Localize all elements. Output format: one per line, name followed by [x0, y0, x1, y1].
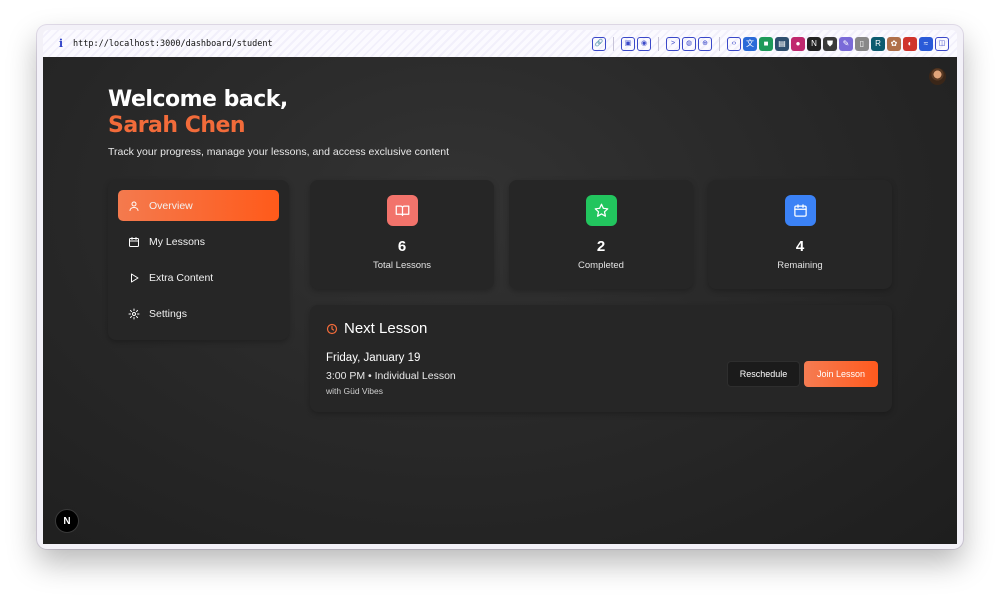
clock-icon	[326, 323, 338, 334]
nextjs-dev-badge[interactable]: N	[55, 509, 79, 533]
join-lesson-button[interactable]: Join Lesson	[804, 361, 878, 387]
globe-icon[interactable]: ◍	[682, 36, 696, 51]
user-icon	[129, 201, 139, 211]
camera-icon[interactable]: ◉	[637, 36, 651, 51]
lesson-instructor: with Güd Vibes	[326, 386, 384, 396]
reschedule-button[interactable]: Reschedule	[727, 361, 800, 387]
sidebar-item-settings[interactable]: Settings	[118, 298, 279, 329]
next-lesson-heading: Next Lesson	[326, 320, 427, 337]
sidebar-toggle-icon[interactable]: ◫	[935, 36, 949, 51]
avatar[interactable]	[929, 68, 946, 85]
cookie-icon[interactable]: ✿	[887, 36, 901, 51]
stat-value: 4	[795, 238, 805, 255]
next-lesson-card: Next Lesson Friday, January 19 3:00 PM •…	[310, 305, 892, 412]
stat-card-total-lessons: 6 Total Lessons	[310, 180, 494, 289]
info-icon[interactable]: i	[52, 37, 70, 50]
star-icon	[585, 195, 617, 226]
stat-label: Total Lessons	[372, 260, 432, 271]
color-extension-icon[interactable]: ◐	[903, 36, 917, 51]
stat-card-remaining: 4 Remaining	[708, 180, 892, 289]
welcome-heading: Welcome back,	[108, 87, 288, 112]
pink-extension-icon[interactable]: ●	[791, 36, 805, 51]
stat-label: Remaining	[777, 260, 823, 271]
screen-icon[interactable]: ▣	[621, 36, 635, 51]
lesson-time: 3:00 PM • Individual Lesson	[326, 370, 456, 382]
address-bar: i http://localhost:3000/dashboard/studen…	[43, 30, 957, 57]
translate-icon[interactable]: 文	[743, 36, 757, 51]
doc-icon[interactable]: ▯	[855, 36, 869, 51]
stat-value: 2	[596, 238, 606, 255]
page-subtitle: Track your progress, manage your lessons…	[108, 146, 450, 158]
extension-toolbar: 🔗 ▣ ◉ > ◍ ⊕ ‹› 文 ■ ▤ ● N ⛊ ✎ ▯ R ✿ ◐ ≈ ◫	[592, 36, 949, 51]
sidebar-item-label: Overview	[149, 199, 193, 212]
sidebar-item-extra-content[interactable]: Extra Content	[118, 262, 279, 293]
sidebar-item-label: My Lessons	[149, 235, 206, 248]
r-extension-icon[interactable]: R	[871, 36, 885, 51]
terminal-icon[interactable]: >	[666, 36, 680, 51]
sidebar-nav: Overview My Lessons Extra Content Settin…	[108, 180, 289, 340]
play-icon	[131, 273, 139, 282]
sidebar-item-overview[interactable]: Overview	[118, 190, 279, 221]
wave-icon[interactable]: ≈	[919, 36, 933, 51]
stat-card-completed: 2 Completed	[509, 180, 693, 289]
shield-extension-icon[interactable]: ⛊	[823, 36, 837, 51]
code-icon[interactable]: ‹›	[727, 36, 741, 51]
notion-icon[interactable]: N	[807, 36, 821, 51]
sidebar-item-label: Settings	[149, 307, 187, 320]
toolbar-separator	[613, 36, 614, 51]
toolbar-separator	[658, 36, 659, 51]
feather-icon[interactable]: ✎	[839, 36, 853, 51]
browser-window: i http://localhost:3000/dashboard/studen…	[37, 25, 963, 549]
toolbar-separator	[719, 36, 720, 51]
calendar-icon	[129, 236, 139, 247]
calendar-icon	[784, 195, 816, 226]
next-lesson-title: Next Lesson	[344, 320, 428, 337]
user-name: Sarah Chen	[108, 113, 246, 138]
gear-icon	[128, 308, 140, 319]
crosshair-icon[interactable]: ⊕	[698, 36, 712, 51]
lesson-date: Friday, January 19	[326, 352, 421, 364]
stat-value: 6	[397, 238, 407, 255]
link-icon[interactable]: 🔗	[592, 36, 606, 51]
green-extension-icon[interactable]: ■	[759, 36, 773, 51]
sidebar-item-my-lessons[interactable]: My Lessons	[118, 226, 279, 257]
page-viewport: Welcome back, Sarah Chen Track your prog…	[43, 57, 957, 544]
book-icon	[386, 195, 418, 226]
stat-label: Completed	[578, 260, 624, 271]
picture-icon[interactable]: ▤	[775, 36, 789, 51]
url-text[interactable]: http://localhost:3000/dashboard/student	[73, 39, 592, 49]
sidebar-item-label: Extra Content	[149, 271, 214, 284]
